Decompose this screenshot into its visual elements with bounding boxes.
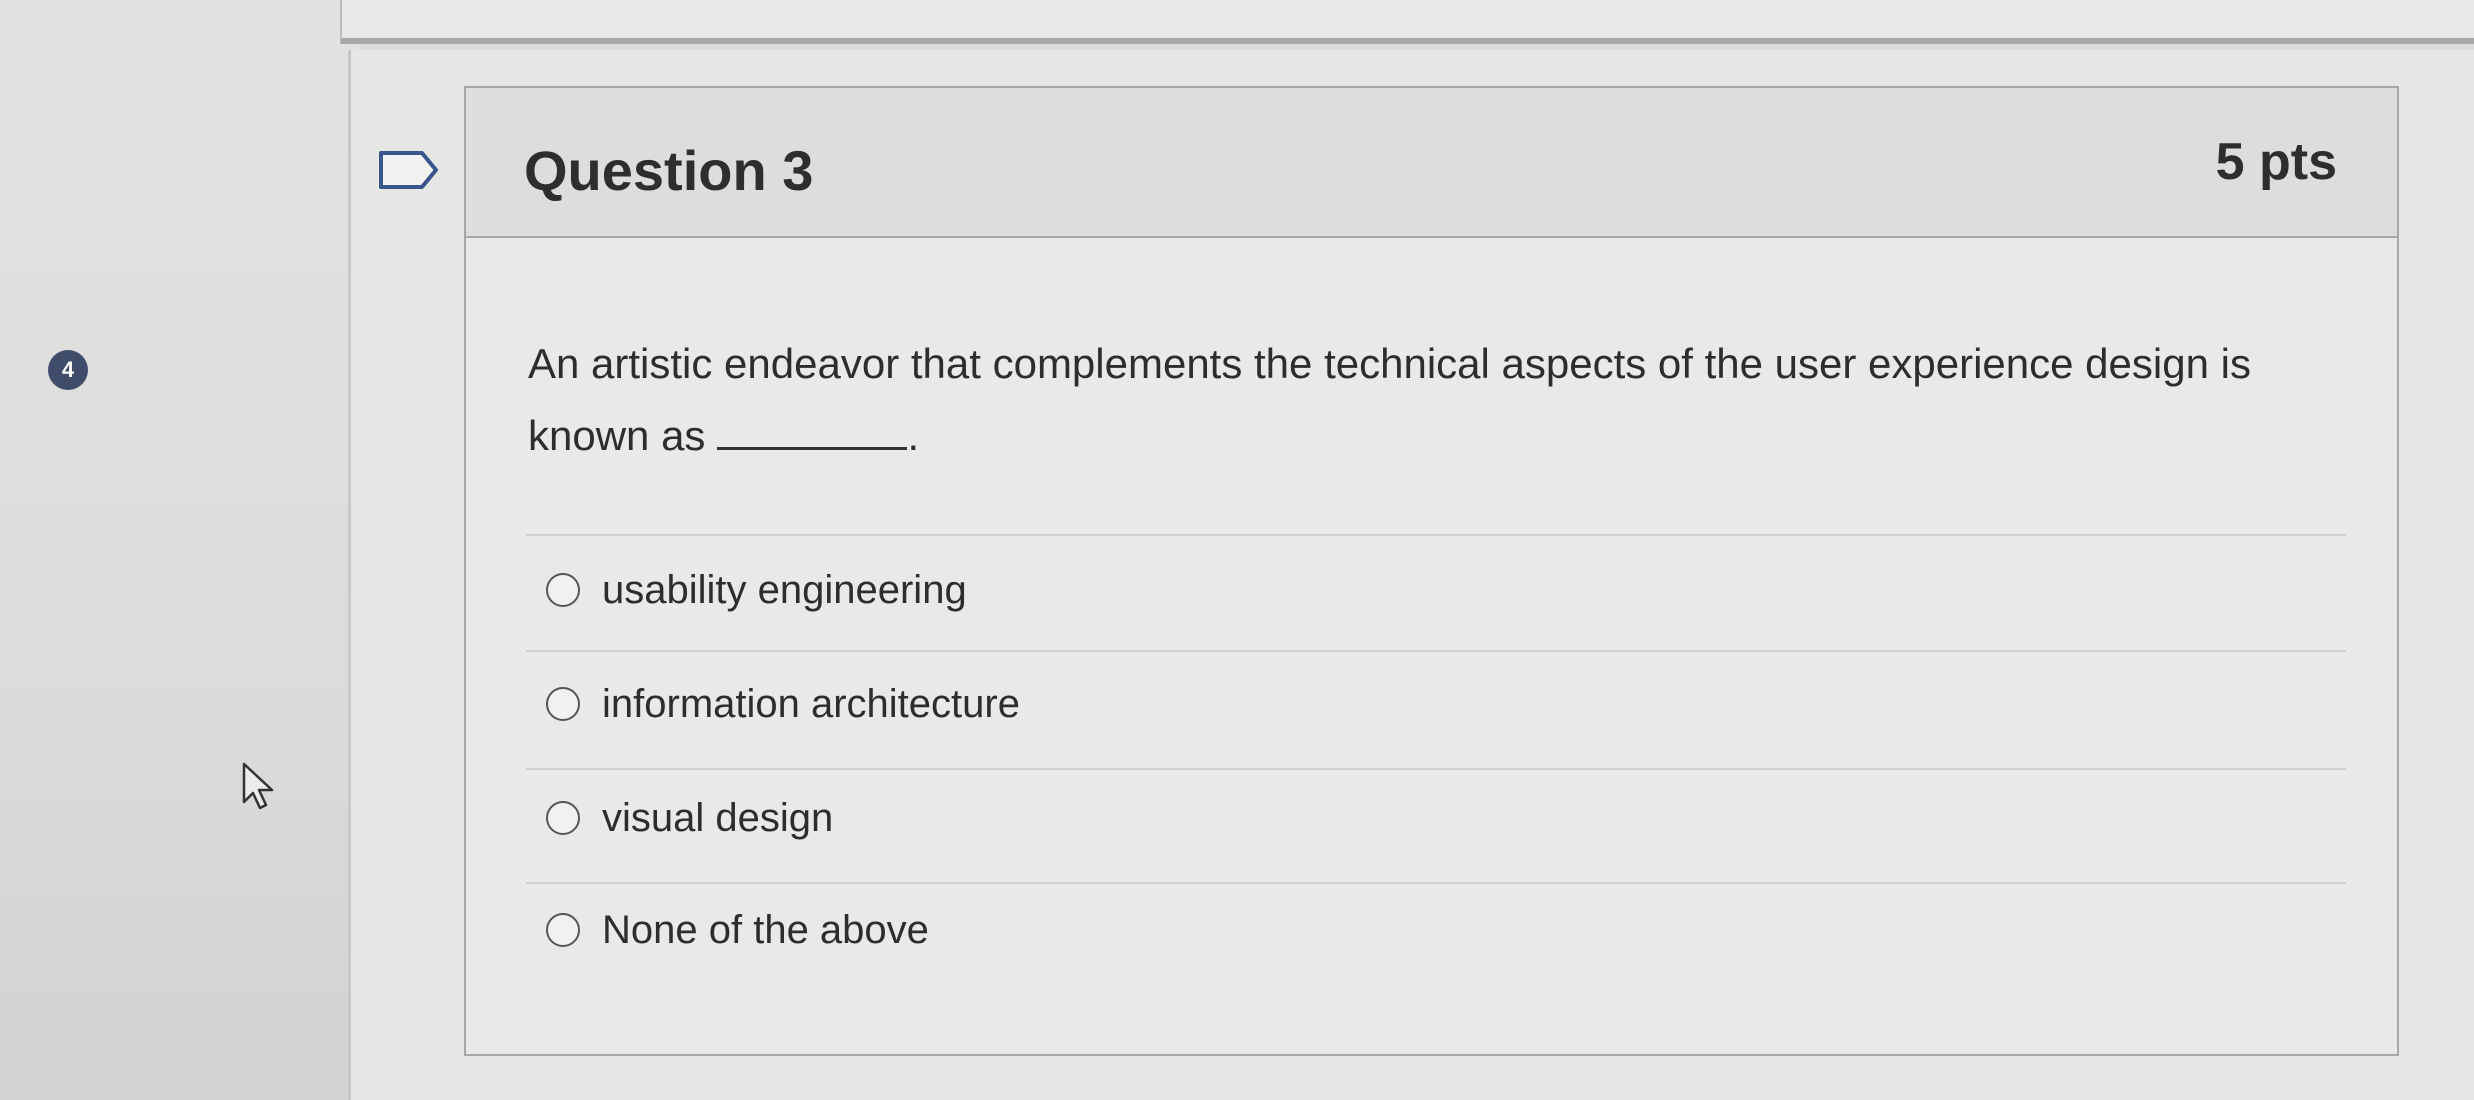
answer-divider xyxy=(526,768,2346,770)
answer-divider xyxy=(526,882,2346,884)
radio-button[interactable] xyxy=(546,573,580,607)
question-prompt-end: . xyxy=(907,412,920,459)
previous-question-strip xyxy=(340,0,2474,44)
radio-button[interactable] xyxy=(546,801,580,835)
answer-label: visual design xyxy=(602,795,834,840)
question-number-badge[interactable]: 4 xyxy=(48,350,88,390)
answer-label: None of the above xyxy=(602,907,929,952)
radio-button[interactable] xyxy=(546,687,580,721)
answer-divider xyxy=(526,650,2346,652)
question-number-badge-label: 4 xyxy=(61,357,75,382)
question-title: Question 3 xyxy=(524,139,814,202)
flag-bookmark-icon[interactable] xyxy=(378,150,440,190)
answer-option-visual-design[interactable]: visual design xyxy=(546,788,833,848)
answer-option-usability-engineering[interactable]: usability engineering xyxy=(546,560,967,620)
answer-option-none-of-the-above[interactable]: None of the above xyxy=(546,900,929,960)
question-header: Question 3 5 pts xyxy=(466,88,2397,238)
answer-option-information-architecture[interactable]: information architecture xyxy=(546,674,1020,734)
answer-label: usability engineering xyxy=(602,567,967,612)
question-prompt: An artistic endeavor that complements th… xyxy=(528,328,2328,472)
question-card: Question 3 5 pts An artistic endeavor th… xyxy=(464,86,2399,1056)
radio-button[interactable] xyxy=(546,913,580,947)
answer-divider xyxy=(526,534,2346,536)
left-gutter xyxy=(0,0,360,1100)
answer-label: information architecture xyxy=(602,681,1020,726)
mouse-pointer-icon xyxy=(242,762,274,810)
question-points: 5 pts xyxy=(2215,133,2337,191)
answer-blank xyxy=(717,411,908,450)
